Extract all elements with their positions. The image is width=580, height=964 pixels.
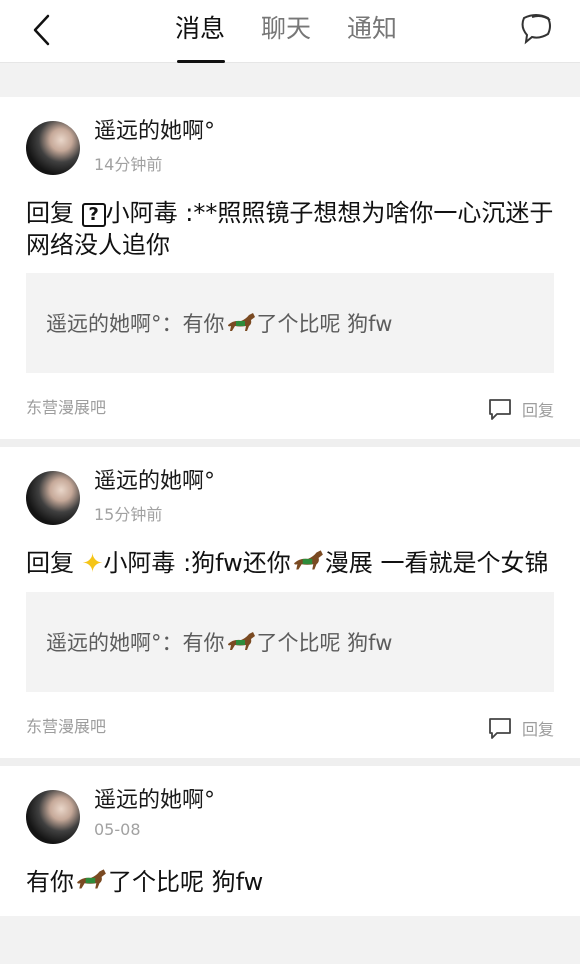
comment-icon bbox=[489, 718, 511, 739]
card-separator bbox=[0, 439, 580, 447]
reply-button[interactable]: 回复 bbox=[488, 397, 554, 421]
quote-text-before: 遥远的她啊°：有你 bbox=[46, 631, 225, 655]
tab-notifications-label: 通知 bbox=[347, 14, 398, 43]
quote-text-before: 遥远的她啊°：有你 bbox=[46, 312, 225, 336]
tab-chat-label: 聊天 bbox=[261, 14, 312, 43]
quoted-message[interactable]: 遥远的她啊°：有你 了个比呢 狗fw bbox=[26, 273, 554, 373]
timestamp: 14分钟前 bbox=[94, 155, 163, 174]
reply-label: 回复 bbox=[521, 401, 554, 420]
username[interactable]: 遥远的她啊° bbox=[94, 786, 215, 816]
card-separator bbox=[0, 758, 580, 766]
quote-text-after: 了个比呢 狗fw bbox=[256, 312, 393, 336]
tab-messages-label: 消息 bbox=[175, 14, 226, 43]
chat-bubbles-icon bbox=[521, 14, 551, 45]
post-text-after: 了个比呢 狗fw bbox=[108, 868, 264, 896]
quoted-message[interactable]: 遥远的她啊°：有你 了个比呢 狗fw bbox=[26, 592, 554, 692]
reply-prefix: 回复 bbox=[26, 199, 82, 227]
horse-emoji-icon bbox=[294, 550, 323, 570]
reply-label: 回复 bbox=[521, 720, 554, 739]
horse-emoji-icon bbox=[227, 313, 255, 331]
forum-name[interactable]: 东营漫展吧 bbox=[26, 394, 106, 418]
tab-bar: 消息 聊天 通知 bbox=[175, 12, 397, 63]
avatar[interactable] bbox=[26, 121, 80, 175]
reply-text-end: 漫展 一看就是个女锦 bbox=[324, 549, 549, 577]
reply-content: 回复 ? 小阿毒 :**照照镜子想想为啥你一心沉迷于网络没人追你 bbox=[26, 197, 554, 261]
forum-name[interactable]: 东营漫展吧 bbox=[26, 713, 106, 737]
avatar[interactable] bbox=[26, 471, 80, 525]
chat-bubbles-button[interactable] bbox=[518, 12, 554, 46]
back-button[interactable] bbox=[26, 12, 62, 48]
horse-emoji-icon bbox=[227, 632, 255, 650]
tab-messages[interactable]: 消息 bbox=[175, 12, 226, 63]
horse-emoji-icon bbox=[77, 869, 106, 889]
quote-text-after: 了个比呢 狗fw bbox=[256, 631, 393, 655]
message-card[interactable]: 遥远的她啊° 14分钟前 回复 ? 小阿毒 :**照照镜子想想为啥你一心沉迷于网络… bbox=[0, 97, 580, 439]
reply-button[interactable]: 回复 bbox=[488, 716, 554, 740]
chevron-left-icon bbox=[33, 14, 50, 46]
reply-content: 回复 ✦小阿毒 :狗fw还你 漫展 一看就是个女锦 bbox=[26, 547, 554, 580]
comment-icon bbox=[489, 399, 511, 420]
avatar[interactable] bbox=[26, 790, 80, 844]
tab-notifications[interactable]: 通知 bbox=[347, 12, 397, 46]
timestamp: 05-08 bbox=[94, 820, 141, 839]
active-tab-indicator bbox=[177, 60, 226, 63]
reply-prefix: 回复 bbox=[26, 549, 82, 577]
message-card[interactable]: 遥远的她啊° 05-08 有你 了个比呢 狗fw bbox=[0, 766, 580, 916]
message-card[interactable]: 遥远的她啊° 15分钟前 回复 ✦小阿毒 :狗fw还你 漫展 一看就是个女锦 遥远… bbox=[0, 447, 580, 758]
username[interactable]: 遥远的她啊° bbox=[94, 117, 215, 147]
tab-chat[interactable]: 聊天 bbox=[261, 12, 311, 46]
username[interactable]: 遥远的她啊° bbox=[94, 467, 215, 497]
top-bar: 消息 聊天 通知 bbox=[0, 0, 580, 63]
top-spacer bbox=[0, 63, 580, 97]
reply-text: 小阿毒 :**照照镜子想想为啥你一心沉迷于网络没人追你 bbox=[26, 199, 554, 259]
star-emoji-icon: ✦ bbox=[81, 549, 104, 579]
question-box-icon: ? bbox=[81, 203, 106, 227]
post-content: 有你 了个比呢 狗fw bbox=[26, 866, 554, 898]
timestamp: 15分钟前 bbox=[94, 505, 163, 524]
reply-text-middle: 小阿毒 :狗fw还你 bbox=[103, 549, 291, 577]
post-text-before: 有你 bbox=[26, 868, 74, 896]
